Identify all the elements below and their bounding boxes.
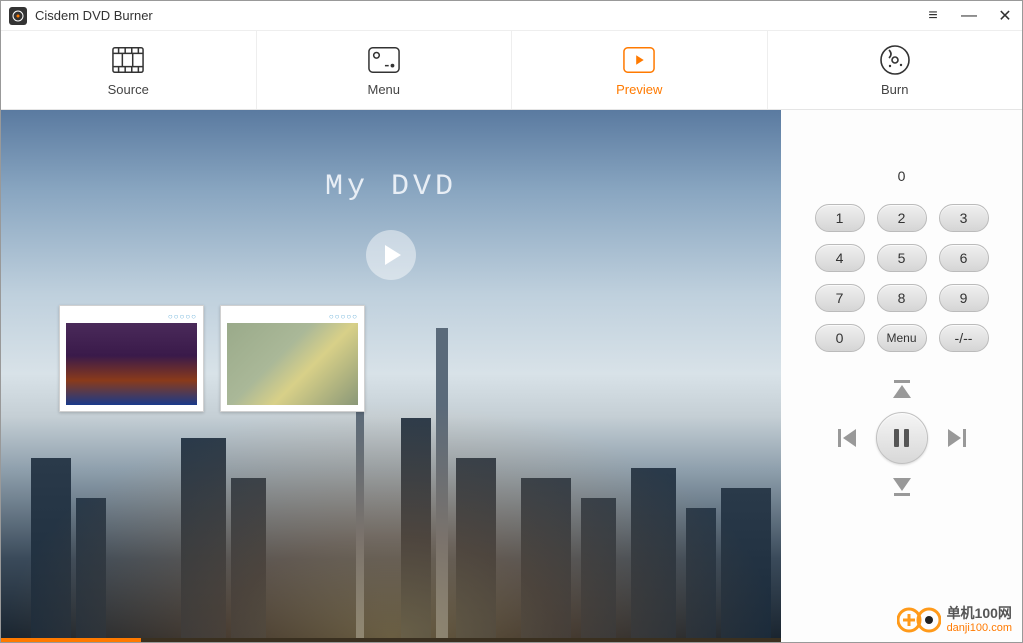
key-3[interactable]: 3 [939, 204, 989, 232]
tab-label: Burn [881, 82, 908, 97]
burn-disc-icon [879, 44, 911, 76]
key-0[interactable]: 0 [815, 324, 865, 352]
pause-icon [894, 429, 909, 447]
key-7[interactable]: 7 [815, 284, 865, 312]
thumb-indicator: ○○○○○ [66, 312, 197, 321]
playback-progress[interactable] [1, 638, 781, 642]
tab-menu[interactable]: Menu [257, 31, 513, 109]
key-5[interactable]: 5 [877, 244, 927, 272]
app-title: Cisdem DVD Burner [35, 8, 924, 23]
key-menu[interactable]: Menu [877, 324, 927, 352]
key-dash[interactable]: -/-- [939, 324, 989, 352]
preview-area: My DVD ○○○○○ ○○○○○ [1, 110, 781, 642]
numeric-keypad: 1 2 3 4 5 6 7 8 9 0 Menu -/-- [815, 204, 989, 352]
chapter-thumbnail-1[interactable]: ○○○○○ [59, 305, 204, 412]
thumbnail-image [66, 323, 197, 405]
previous-button[interactable] [838, 429, 858, 447]
remote-panel: 0 1 2 3 4 5 6 7 8 9 0 Menu -/-- [781, 110, 1022, 642]
transport-controls [838, 380, 966, 496]
app-icon [9, 7, 27, 25]
counter-display: 0 [898, 168, 906, 184]
tab-label: Menu [367, 82, 400, 97]
titlebar: Cisdem DVD Burner ≡ — ✕ [1, 1, 1022, 31]
tab-label: Preview [616, 82, 662, 97]
chapter-thumbnail-2[interactable]: ○○○○○ [220, 305, 365, 412]
thumb-indicator: ○○○○○ [227, 312, 358, 321]
watermark-text: 单机100网 [947, 606, 1012, 621]
next-button[interactable] [946, 429, 966, 447]
key-1[interactable]: 1 [815, 204, 865, 232]
key-2[interactable]: 2 [877, 204, 927, 232]
tab-source[interactable]: Source [1, 31, 257, 109]
tab-label: Source [108, 82, 149, 97]
tab-burn[interactable]: Burn [768, 31, 1023, 109]
menu-layout-icon [368, 44, 400, 76]
tab-preview[interactable]: Preview [512, 31, 768, 109]
key-6[interactable]: 6 [939, 244, 989, 272]
skip-down-button[interactable] [891, 476, 913, 496]
close-button[interactable]: ✕ [996, 6, 1014, 26]
progress-fill [1, 638, 141, 642]
main-tabs: Source Menu Preview Burn [1, 31, 1022, 110]
pause-button[interactable] [876, 412, 928, 464]
dvd-menu-preview: My DVD ○○○○○ ○○○○○ [1, 110, 781, 638]
filmstrip-icon [112, 44, 144, 76]
key-8[interactable]: 8 [877, 284, 927, 312]
hamburger-icon[interactable]: ≡ [924, 7, 942, 25]
preview-play-icon [623, 44, 655, 76]
play-all-button[interactable] [366, 230, 416, 280]
minimize-button[interactable]: — [960, 7, 978, 25]
key-4[interactable]: 4 [815, 244, 865, 272]
thumbnail-image [227, 323, 358, 405]
key-9[interactable]: 9 [939, 284, 989, 312]
skip-up-button[interactable] [891, 380, 913, 400]
watermark-logo-icon [897, 606, 941, 634]
watermark: 单机100网 danji100.com [897, 606, 1012, 634]
dvd-title: My DVD [325, 170, 457, 204]
watermark-url: danji100.com [947, 622, 1012, 634]
